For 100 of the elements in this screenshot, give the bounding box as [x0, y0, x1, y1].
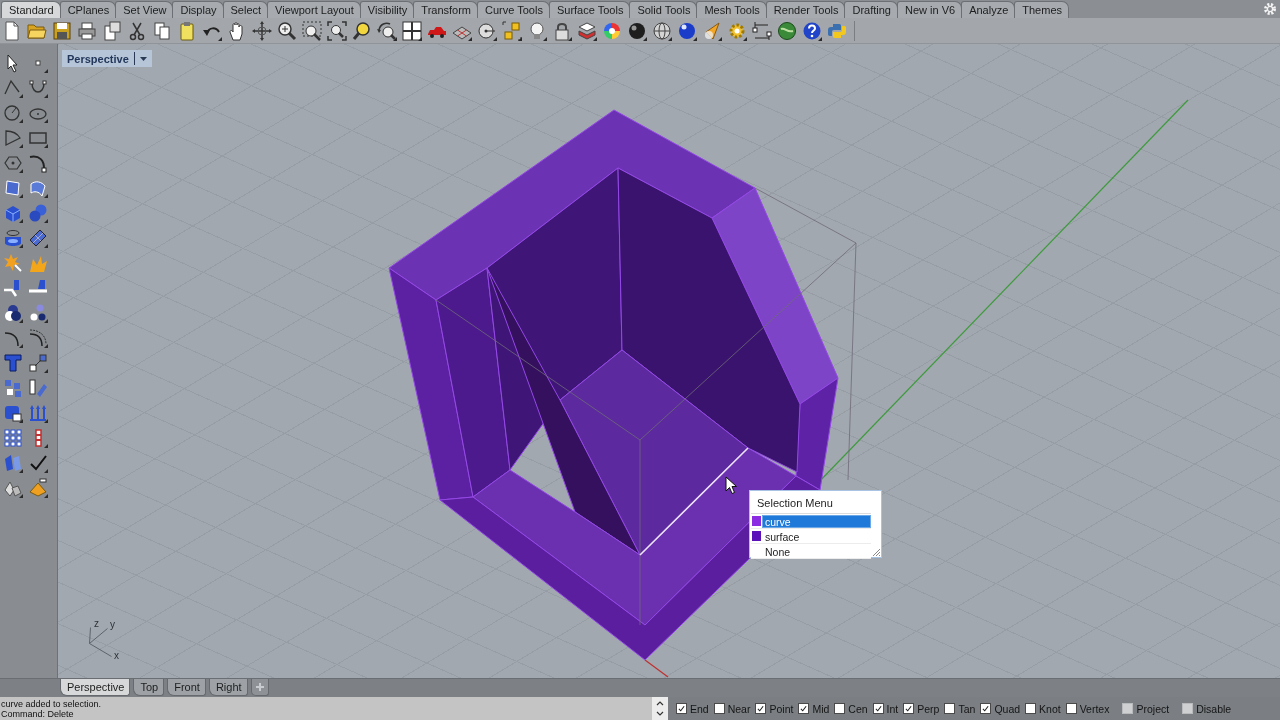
circles-icon[interactable] [28, 303, 48, 323]
ribbon-tab[interactable]: Visibility [359, 1, 415, 18]
arc-icon[interactable] [3, 128, 23, 148]
caret-icon[interactable] [139, 56, 147, 61]
ribbon-tab[interactable]: Standard [1, 1, 61, 18]
checkbox[interactable] [903, 703, 915, 714]
spotlight-cone-icon[interactable] [702, 20, 722, 41]
zoom-icon[interactable] [277, 20, 297, 41]
circle-dot-icon[interactable] [477, 20, 497, 41]
ribbon-tab[interactable]: Render Tools [765, 1, 846, 18]
ribbon-tab[interactable]: Themes [1014, 1, 1069, 18]
menu-item[interactable]: None [762, 544, 871, 558]
ribbon-tab[interactable]: Curve Tools [477, 1, 550, 18]
osnap-toggle[interactable]: Perp [903, 702, 940, 715]
rotate-magnifier-icon[interactable] [377, 20, 397, 41]
menu-item[interactable]: surface [762, 529, 871, 543]
viewport-tab[interactable]: Perspective [60, 679, 131, 696]
checkbox[interactable] [1065, 703, 1077, 714]
ribbon-tab[interactable]: Transform [413, 1, 479, 18]
checkbox[interactable] [798, 703, 810, 714]
scale-icon[interactable] [28, 353, 48, 373]
pyramid-icon[interactable] [28, 478, 48, 498]
padlock-icon[interactable] [552, 20, 572, 41]
viewport-title-button[interactable]: Perspective [62, 50, 152, 67]
circles-icon[interactable] [3, 303, 23, 323]
zoom-window-icon[interactable] [302, 20, 322, 41]
osnap-toggle[interactable]: Vertex [1065, 702, 1110, 715]
scissors-icon[interactable] [127, 20, 147, 41]
viewport-tab[interactable]: Top [133, 679, 165, 696]
copy-icon[interactable] [152, 20, 172, 41]
stacked-layers-icon[interactable] [577, 20, 597, 41]
squares-icon[interactable] [502, 20, 522, 41]
surface-grid-icon[interactable] [28, 228, 48, 248]
checkbox[interactable] [713, 703, 725, 714]
polygon-icon[interactable] [3, 153, 23, 173]
checkbox[interactable] [1025, 703, 1037, 714]
star-icon[interactable] [3, 253, 23, 273]
move-arrows-icon[interactable] [252, 20, 272, 41]
ribbon-tab[interactable]: Drafting [844, 1, 898, 18]
solid-model[interactable] [388, 109, 857, 661]
printer-icon[interactable] [77, 20, 97, 41]
wireframe-sphere-icon[interactable] [652, 20, 672, 41]
polyline-icon[interactable] [3, 78, 23, 98]
dimension-icon[interactable] [752, 20, 772, 41]
blend-icon[interactable] [28, 378, 48, 398]
ribbon-tab[interactable]: CPlanes [59, 1, 117, 18]
clipboard-icon[interactable] [177, 20, 197, 41]
sphere-icon[interactable] [627, 20, 647, 41]
ribbon-tab[interactable]: Mesh Tools [696, 1, 767, 18]
ribbon-tab[interactable]: Set View [115, 1, 174, 18]
letter-t-icon[interactable] [3, 353, 23, 373]
pages-icon[interactable] [102, 20, 122, 41]
curved-surface-icon[interactable] [28, 178, 48, 198]
osnap-toggle[interactable]: Knot [1025, 702, 1061, 715]
scroll-down-icon[interactable] [656, 710, 664, 716]
ribbon-tab[interactable]: Select [222, 1, 269, 18]
osnap-toggle[interactable]: Quad [980, 702, 1021, 715]
checkbox[interactable] [834, 703, 846, 714]
osnap-toggle[interactable]: End [676, 702, 709, 715]
globe-icon[interactable] [777, 20, 797, 41]
curve-icon[interactable] [28, 153, 48, 173]
help-icon[interactable] [802, 20, 822, 41]
add-tab-button[interactable] [250, 679, 269, 696]
settings-icon[interactable] [1263, 2, 1277, 16]
solid-icon[interactable] [3, 403, 23, 423]
checkbox[interactable] [872, 703, 884, 714]
color-wheel-icon[interactable] [602, 20, 622, 41]
glossy-sphere-icon[interactable] [677, 20, 697, 41]
checkbox[interactable] [944, 703, 956, 714]
four-viewports-icon[interactable] [402, 20, 422, 41]
circle-icon[interactable] [3, 103, 23, 123]
osnap-toggle[interactable]: Near [713, 702, 751, 715]
osnap-toggle[interactable]: Tan [944, 702, 976, 715]
osnap-toggle[interactable]: Mid [798, 702, 830, 715]
osnap-toggle[interactable]: Cen [834, 702, 868, 715]
checkbox[interactable] [676, 703, 687, 714]
ribbon-tab[interactable]: Analyze [961, 1, 1016, 18]
squares-icon[interactable] [3, 378, 23, 398]
shapes-icon[interactable] [3, 453, 23, 473]
scroll-up-icon[interactable] [656, 701, 664, 707]
viewport-tab[interactable]: Right [208, 679, 248, 696]
zoom-extents-icon[interactable] [327, 20, 347, 41]
magnifier-icon[interactable] [352, 20, 372, 41]
osnap-toggle[interactable]: Int [872, 702, 899, 715]
ribbon-tab[interactable]: Solid Tools [629, 1, 698, 18]
ribbon-tab[interactable]: New in V6 [897, 1, 963, 18]
light-bulb-icon[interactable] [527, 20, 547, 41]
cylinder-icon[interactable] [3, 228, 23, 248]
surface-patch-icon[interactable] [3, 178, 23, 198]
osnap-toggle[interactable]: Point [755, 702, 794, 715]
new-document-icon[interactable] [2, 20, 22, 41]
resize-grip-icon[interactable] [872, 548, 880, 556]
checkmark-icon[interactable] [28, 453, 48, 473]
menu-item[interactable]: curve [762, 514, 871, 528]
checkbox[interactable] [755, 703, 767, 714]
ribbon-tab[interactable]: Display [172, 1, 224, 18]
control-point-curve-icon[interactable] [28, 78, 48, 98]
offset-curve-icon[interactable] [28, 328, 48, 348]
viewport-tab[interactable]: Front [167, 679, 206, 696]
checkbox[interactable] [980, 703, 992, 714]
